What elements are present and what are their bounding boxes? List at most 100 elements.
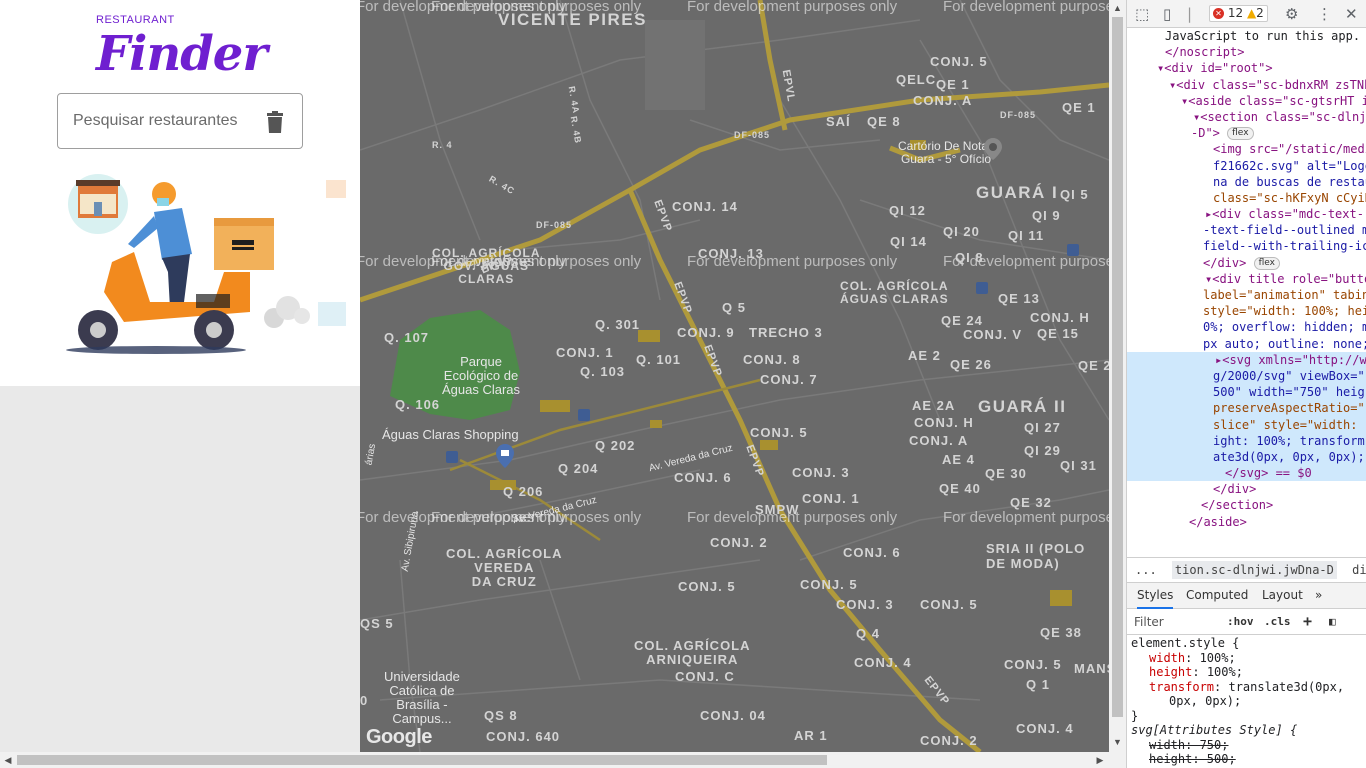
dom-line[interactable]: label="animation" tabin (1127, 287, 1366, 303)
dom-line-selected[interactable]: preserveAspectRatio=" (1127, 400, 1366, 417)
horizontal-scrollbar[interactable]: ◀ ▶ (0, 752, 1126, 768)
style-declaration[interactable]: width: 100%; (1131, 651, 1366, 666)
rule-selector[interactable]: element.style { (1131, 636, 1366, 651)
dom-line[interactable]: 0%; overflow: hidden; m (1127, 319, 1366, 335)
dom-line[interactable]: ▾<div title role="butto (1127, 271, 1366, 287)
dom-line[interactable]: ▾<section class="sc-dlnjw (1127, 109, 1366, 125)
new-rule-plus-icon[interactable]: + (1303, 612, 1312, 630)
dom-line[interactable]: ▾<aside class="sc-gtsrHT i (1127, 93, 1366, 109)
map-label: QI 14 (890, 234, 927, 249)
map-label: QI 29 (1024, 443, 1061, 458)
flex-badge[interactable]: flex (1253, 256, 1280, 270)
issues-badge[interactable]: ✕ 12 ▲2 (1209, 5, 1268, 22)
map-watermark: For development purposes only (943, 509, 1109, 526)
dom-line-selected[interactable]: g/2000/svg" viewBox=" (1127, 367, 1366, 385)
cartorio-pin-icon[interactable] (984, 138, 1002, 160)
dom-line[interactable]: px auto; outline: none; (1127, 336, 1366, 352)
map-label: Q. 101 (636, 352, 682, 367)
metro-station-icon[interactable] (976, 282, 988, 294)
map-label: GUARÁ I (976, 183, 1059, 202)
device-toolbar-icon[interactable]: ▯ (1163, 5, 1171, 23)
map-label: CONJ. 13 (698, 246, 764, 261)
tab-computed[interactable]: Computed (1186, 588, 1248, 602)
inspect-element-icon[interactable]: ⬚ (1135, 5, 1149, 23)
dom-line[interactable]: </section> (1127, 497, 1366, 513)
scroll-left-arrow-icon[interactable]: ◀ (3, 754, 13, 766)
filter-input[interactable]: Filter (1134, 615, 1164, 629)
style-declaration[interactable]: transform: translate3d(0px, (1131, 680, 1366, 695)
map-label: CONJ. 8 (743, 352, 801, 367)
map-label: CONJ. 640 (486, 729, 561, 744)
map-label-cartorio: Cartório De Notas Guara - 5° Ofício (898, 139, 995, 166)
map[interactable]: For development purposes only For develo… (360, 0, 1109, 752)
scroll-right-arrow-icon[interactable]: ▶ (1095, 754, 1105, 766)
map-label: CONJ. 3 (792, 465, 850, 480)
scroll-down-arrow-icon[interactable]: ▼ (1113, 738, 1122, 747)
kebab-menu-icon[interactable]: ⋮ (1317, 5, 1332, 23)
breadcrumb-item[interactable]: tion.sc-dlnjwi.jwDna-D (1171, 561, 1337, 579)
toggle-sidebar-icon[interactable]: ◧ (1329, 615, 1336, 628)
dom-line[interactable]: -D"> flex (1127, 125, 1366, 141)
trash-icon[interactable] (266, 111, 284, 133)
rule-selector[interactable]: svg[Attributes Style] { (1131, 723, 1366, 738)
style-declaration-overridden[interactable]: height: 500; (1131, 752, 1366, 767)
breadcrumb: ... tion.sc-dlnjwi.jwDna-D div svg ... (1127, 557, 1366, 583)
devtools-panel: ⬚ ▯ | ✕ 12 ▲2 ⚙ ⋮ ✕ JavaScript to run th… (1126, 0, 1366, 768)
map-label: QI 27 (1024, 420, 1061, 435)
style-declaration-overridden[interactable]: width: 750; (1131, 738, 1366, 753)
dom-line[interactable]: style="width: 100%; hei (1127, 303, 1366, 319)
map-watermark: For development purposes only (687, 0, 898, 15)
hov-toggle[interactable]: :hov (1227, 615, 1254, 628)
dom-line-selected[interactable]: </svg> == $0 (1127, 465, 1366, 482)
shopping-pin-icon[interactable] (496, 444, 514, 468)
metro-station-icon[interactable] (1067, 244, 1079, 256)
tab-layout[interactable]: Layout (1262, 588, 1303, 602)
dom-line[interactable]: class="sc-hKFxyN cCyiH (1127, 190, 1366, 206)
scroll-up-arrow-icon[interactable]: ▲ (1113, 4, 1122, 13)
dom-line[interactable]: ▾<div class="sc-bdnxRM zsTNh (1127, 77, 1366, 93)
map-label: QE 38 (1040, 625, 1082, 640)
tab-more[interactable]: » (1315, 588, 1322, 602)
dom-line[interactable]: na de buscas de restau (1127, 174, 1366, 190)
map-label: COL. AGRÍCOLA ÁGUAS CLARAS (840, 279, 949, 306)
breadcrumb-item[interactable]: div (1352, 563, 1366, 577)
map-label: QE 1 (1062, 100, 1096, 115)
dom-line[interactable]: JavaScript to run this app. (1127, 28, 1366, 44)
dom-line[interactable]: ▾<div id="root"> (1127, 60, 1366, 76)
dom-line[interactable]: field--with-trailing-ic (1127, 238, 1366, 254)
dom-line[interactable]: </aside> (1127, 514, 1366, 530)
vertical-scrollbar[interactable]: ▲ ▼ (1109, 0, 1126, 752)
elements-tree[interactable]: JavaScript to run this app. </noscript> … (1127, 28, 1366, 543)
horizontal-scroll-thumb[interactable] (17, 755, 827, 765)
vertical-scroll-thumb[interactable] (1112, 17, 1123, 717)
dom-line[interactable]: <img src="/static/medi (1127, 141, 1366, 157)
style-declaration[interactable]: height: 100%; (1131, 665, 1366, 680)
dom-line[interactable]: f21662c.svg" alt="Logo (1127, 158, 1366, 174)
map-label: Q. 106 (395, 397, 441, 412)
dom-line-selected[interactable]: ate3d(0px, 0px, 0px); (1127, 448, 1366, 466)
search-input[interactable] (73, 110, 263, 132)
metro-station-icon[interactable] (446, 451, 458, 463)
tab-styles[interactable]: Styles (1137, 588, 1174, 609)
flex-badge[interactable]: flex (1227, 127, 1254, 141)
cls-toggle[interactable]: .cls (1264, 615, 1291, 628)
dom-line-selected[interactable]: ight: 100%; transform (1127, 432, 1366, 449)
breadcrumb-item[interactable]: ... (1135, 563, 1157, 577)
dom-line[interactable]: </div> (1127, 481, 1366, 497)
search-field (57, 93, 303, 149)
dom-line-selected[interactable]: ▸<svg xmlns="http://w (1127, 351, 1366, 368)
map-label: COL. AGRÍCOLA ARNIQUEIRA (634, 638, 751, 667)
dom-line[interactable]: -text-field--outlined m (1127, 222, 1366, 238)
dom-line-selected[interactable]: slice" style="width: (1127, 416, 1366, 433)
dom-line[interactable]: ▸<div class="mdc-text- (1127, 206, 1366, 222)
map-label: CONJ. 6 (843, 545, 901, 560)
dom-line[interactable]: </div> flex (1127, 255, 1366, 271)
settings-gear-icon[interactable]: ⚙ (1285, 5, 1298, 23)
map-label: AE 2 (908, 348, 941, 363)
metro-station-icon[interactable] (578, 409, 590, 421)
google-logo[interactable]: Google (366, 726, 432, 749)
dom-line[interactable]: </noscript> (1127, 44, 1366, 60)
more-tabs-icon[interactable]: | (1187, 5, 1192, 23)
dom-line-selected[interactable]: 500" width="750" heig (1127, 384, 1366, 401)
close-icon[interactable]: ✕ (1345, 5, 1358, 23)
